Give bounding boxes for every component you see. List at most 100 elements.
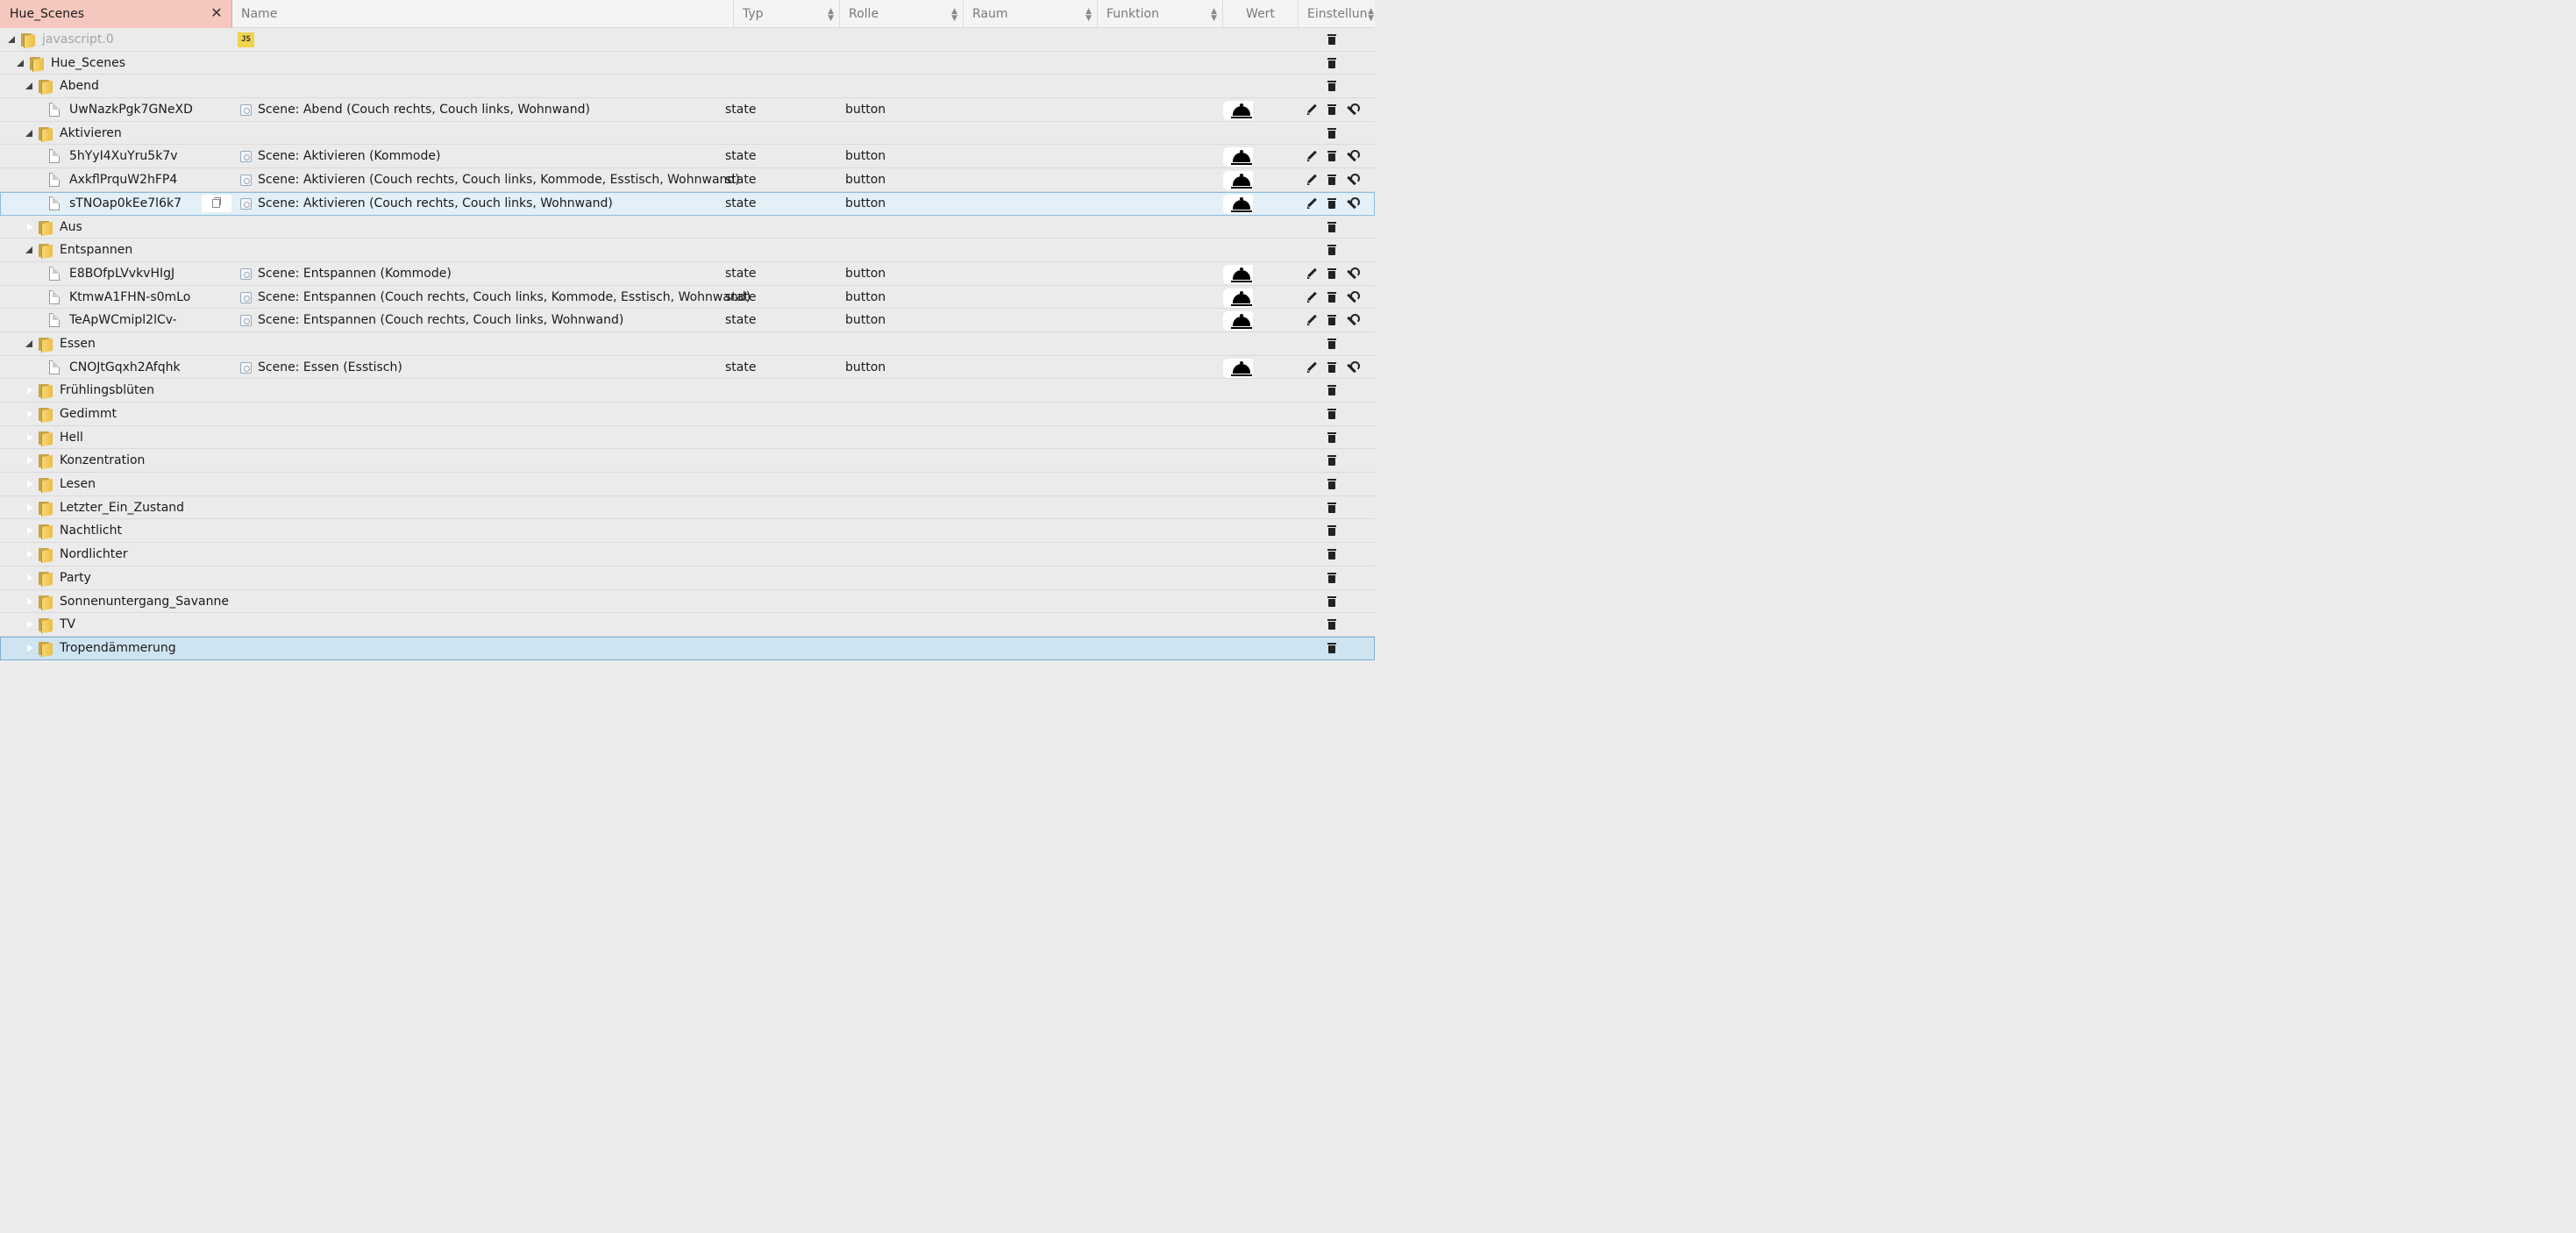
- row-id-label[interactable]: 5hYyI4XuYru5k7v: [69, 145, 178, 167]
- pencil-icon[interactable]: [1306, 103, 1319, 116]
- trigger-button[interactable]: [1223, 288, 1253, 308]
- column-header-funktion[interactable]: Funktion ▲ ▼: [1098, 0, 1223, 28]
- trash-icon[interactable]: [1326, 548, 1338, 560]
- trash-icon[interactable]: [1326, 221, 1338, 233]
- copy-icon[interactable]: [202, 194, 231, 212]
- row-id-label[interactable]: Hue_Scenes: [51, 52, 125, 75]
- row-rolle[interactable]: button: [845, 262, 886, 285]
- trash-icon[interactable]: [1326, 361, 1338, 374]
- row-id-label[interactable]: Party: [60, 567, 91, 589]
- table-row[interactable]: Konzentration: [0, 449, 1375, 474]
- row-id-label[interactable]: Nordlichter: [60, 543, 128, 566]
- table-row[interactable]: TV: [0, 613, 1375, 637]
- wrench-icon[interactable]: [1345, 174, 1360, 186]
- table-row[interactable]: Frühlingsblüten: [0, 379, 1375, 403]
- table-row[interactable]: Tropendämmerung: [0, 636, 1375, 660]
- table-row[interactable]: Aktivieren: [0, 121, 1375, 146]
- row-rolle[interactable]: button: [845, 356, 886, 379]
- table-row[interactable]: Hue_Scenes: [0, 51, 1375, 75]
- trash-icon[interactable]: [1326, 478, 1338, 490]
- trash-icon[interactable]: [1326, 244, 1338, 256]
- table-row[interactable]: Entspannen: [0, 239, 1375, 262]
- row-name[interactable]: Scene: Entspannen (Couch rechts, Couch l…: [258, 309, 623, 331]
- trash-icon[interactable]: [1326, 454, 1338, 467]
- trash-icon[interactable]: [1326, 502, 1338, 514]
- table-row[interactable]: KtmwA1FHN-s0mLo Scene: Entspannen (Couch …: [0, 285, 1375, 310]
- expand-toggle-icon[interactable]: [25, 222, 33, 232]
- sort-icon[interactable]: ▲ ▼: [1368, 0, 1374, 23]
- trigger-button[interactable]: [1223, 147, 1253, 167]
- row-id-label[interactable]: UwNazkPgk7GNeXD: [69, 98, 193, 121]
- table-row[interactable]: Lesen: [0, 473, 1375, 496]
- row-id-label[interactable]: TeApWCmipl2lCv-: [69, 309, 177, 331]
- trigger-button[interactable]: [1223, 101, 1253, 121]
- row-rolle[interactable]: button: [845, 145, 886, 167]
- column-header-name[interactable]: Name: [232, 0, 734, 28]
- expand-toggle-icon[interactable]: [25, 573, 33, 582]
- collapse-toggle-icon[interactable]: [8, 36, 16, 44]
- table-row[interactable]: E8BOfpLVvkvHIgJ Scene: Entspannen (Kommod…: [0, 261, 1375, 286]
- row-id-label[interactable]: Tropendämmerung: [60, 637, 176, 659]
- row-id-label[interactable]: TV: [60, 613, 75, 636]
- table-row[interactable]: Aus: [0, 215, 1375, 239]
- row-id-label[interactable]: Nachtlicht: [60, 519, 122, 542]
- row-name[interactable]: Scene: Aktivieren (Kommode): [258, 145, 440, 167]
- row-rolle[interactable]: button: [845, 192, 886, 215]
- row-id-label[interactable]: Aus: [60, 216, 82, 239]
- expand-toggle-icon[interactable]: [25, 596, 33, 606]
- table-row[interactable]: Nordlichter: [0, 543, 1375, 567]
- row-id-label[interactable]: Entspannen: [60, 239, 132, 261]
- collapse-toggle-icon[interactable]: [25, 82, 33, 90]
- expand-toggle-icon[interactable]: [25, 386, 33, 396]
- row-id-label[interactable]: javascript.0: [42, 28, 114, 51]
- trash-icon[interactable]: [1326, 150, 1338, 162]
- trash-icon[interactable]: [1326, 572, 1338, 584]
- row-name[interactable]: Scene: Aktivieren (Couch rechts, Couch l…: [258, 192, 613, 215]
- trash-icon[interactable]: [1326, 524, 1338, 537]
- row-name[interactable]: Scene: Abend (Couch rechts, Couch links,…: [258, 98, 590, 121]
- trash-icon[interactable]: [1326, 291, 1338, 303]
- row-id-label[interactable]: Lesen: [60, 473, 96, 495]
- wrench-icon[interactable]: [1345, 360, 1360, 374]
- table-row[interactable]: Sonnenuntergang_Savanne: [0, 589, 1375, 614]
- pencil-icon[interactable]: [1306, 361, 1319, 374]
- row-id-label[interactable]: AxkflPrquW2hFP4: [69, 168, 177, 191]
- id-filter-input[interactable]: [0, 0, 207, 28]
- pencil-icon[interactable]: [1306, 291, 1319, 303]
- collapse-toggle-icon[interactable]: [17, 59, 25, 68]
- row-id-label[interactable]: Sonnenuntergang_Savanne: [60, 590, 229, 613]
- table-row[interactable]: Hell: [0, 425, 1375, 450]
- pencil-icon[interactable]: [1306, 267, 1319, 280]
- trigger-button[interactable]: [1223, 194, 1253, 214]
- row-id-label[interactable]: Konzentration: [60, 449, 145, 472]
- table-row[interactable]: AxkflPrquW2hFP4 Scene: Aktivieren (Couch …: [0, 168, 1375, 192]
- sort-icon[interactable]: ▲ ▼: [1085, 0, 1092, 23]
- expand-toggle-icon[interactable]: [25, 432, 33, 442]
- column-header-typ[interactable]: Typ ▲ ▼: [734, 0, 840, 28]
- wrench-icon[interactable]: [1345, 150, 1360, 162]
- wrench-icon[interactable]: [1345, 314, 1360, 326]
- row-id-label[interactable]: Essen: [60, 332, 96, 355]
- row-rolle[interactable]: button: [845, 98, 886, 121]
- trash-icon[interactable]: [1326, 431, 1338, 444]
- table-row[interactable]: Abend: [0, 75, 1375, 99]
- pencil-icon[interactable]: [1306, 197, 1319, 210]
- trash-icon[interactable]: [1326, 80, 1338, 92]
- trash-icon[interactable]: [1326, 174, 1338, 186]
- expand-toggle-icon[interactable]: [25, 502, 33, 512]
- trigger-button[interactable]: [1223, 171, 1253, 191]
- row-id-label[interactable]: Aktivieren: [60, 122, 122, 145]
- row-id-label[interactable]: Abend: [60, 75, 99, 97]
- row-id-label[interactable]: Hell: [60, 426, 83, 449]
- trash-icon[interactable]: [1326, 595, 1338, 608]
- row-name[interactable]: Scene: Entspannen (Kommode): [258, 262, 452, 285]
- expand-toggle-icon[interactable]: [25, 526, 33, 536]
- row-rolle[interactable]: button: [845, 309, 886, 331]
- expand-toggle-icon[interactable]: [25, 550, 33, 559]
- table-row[interactable]: Letzter_Ein_Zustand: [0, 495, 1375, 520]
- trash-icon[interactable]: [1326, 408, 1338, 420]
- table-row[interactable]: sTNOap0kEe7l6k7 Scene: Aktivieren (Couch …: [0, 191, 1375, 216]
- trash-icon[interactable]: [1326, 33, 1338, 46]
- trash-icon[interactable]: [1326, 618, 1338, 631]
- trash-icon[interactable]: [1326, 314, 1338, 326]
